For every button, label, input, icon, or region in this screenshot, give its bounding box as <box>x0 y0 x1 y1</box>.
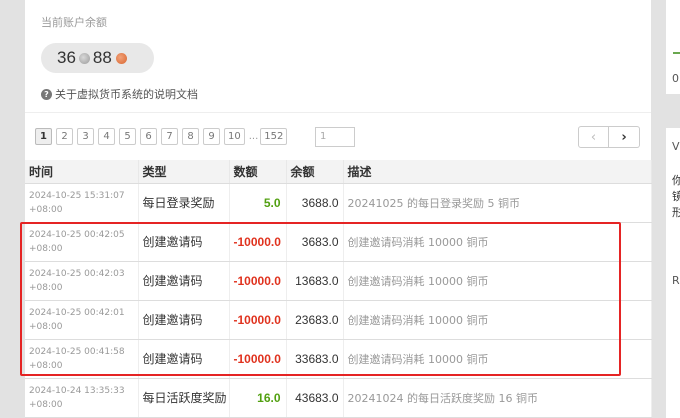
row-date: 2024-10-24 13:35:33 <box>29 385 125 396</box>
page-9-button[interactable]: 9 <box>203 128 220 145</box>
row-desc: 20241024 的每日活跃度奖励 16 铜币 <box>343 378 652 418</box>
prev-page-button[interactable]: ‹ <box>578 126 609 148</box>
page-5-button[interactable]: 5 <box>119 128 136 145</box>
question-icon: ? <box>41 88 52 100</box>
doc-link-text[interactable]: 关于虚拟货币系统的说明文档 <box>55 86 198 102</box>
row-balance: 3688.0 <box>286 183 344 223</box>
row-date: 2024-10-25 15:31:07 <box>29 190 125 201</box>
page-6-button[interactable]: 6 <box>140 128 157 145</box>
table-row: 2024-10-24 13:35:33 +08:00 每日活跃度奖励 16.0 4… <box>25 378 652 418</box>
side-text-3: 你 <box>672 174 680 187</box>
row-tz: +08:00 <box>29 243 63 254</box>
table-row: 2024-10-25 00:42:01 +08:00 创建邀请码 -10000.0… <box>25 300 652 340</box>
row-time: 2024-10-24 13:35:33 +08:00 <box>25 378 139 418</box>
row-amount: 5.0 <box>229 183 287 223</box>
page-nav: ‹ › <box>578 126 640 148</box>
copper-coin-icon <box>115 52 127 64</box>
row-desc: 创建邀请码消耗 10000 铜币 <box>343 300 652 340</box>
page-jump-input[interactable]: 1 <box>315 127 355 147</box>
row-balance: 43683.0 <box>286 378 344 418</box>
row-type: 创建邀请码 <box>138 339 230 379</box>
row-tz: +08:00 <box>29 204 63 215</box>
row-amount: 16.0 <box>229 378 287 418</box>
balance-label: 当前账户余额 <box>41 16 107 29</box>
row-amount: -10000.0 <box>229 300 287 340</box>
page-10-button[interactable]: 10 <box>224 128 245 145</box>
table-row: 2024-10-25 00:42:05 +08:00 创建邀请码 -10000.0… <box>25 222 652 262</box>
row-type: 创建邀请码 <box>138 261 230 301</box>
balance-silver: 36 <box>57 48 76 67</box>
row-tz: +08:00 <box>29 282 63 293</box>
row-amount: -10000.0 <box>229 222 287 262</box>
silver-coin-icon <box>78 52 90 64</box>
row-date: 2024-10-25 00:41:58 <box>29 346 125 357</box>
row-time: 2024-10-25 00:42:01 +08:00 <box>25 300 139 340</box>
row-amount: -10000.0 <box>229 261 287 301</box>
table-row: 2024-10-25 00:41:58 +08:00 创建邀请码 -10000.0… <box>25 339 652 379</box>
page-4-button[interactable]: 4 <box>98 128 115 145</box>
row-type: 每日活跃度奖励 <box>138 378 230 418</box>
chevron-right-icon: › <box>621 129 627 145</box>
divider <box>25 112 651 113</box>
row-tz: +08:00 <box>29 360 63 371</box>
side-text-1: 0 <box>672 72 679 85</box>
row-tz: +08:00 <box>29 321 63 332</box>
row-desc: 创建邀请码消耗 10000 铜币 <box>343 222 652 262</box>
page-1-button[interactable]: 1 <box>35 128 52 145</box>
pagination: 1 2 3 4 5 6 7 8 9 10 ... 152 <box>35 128 291 145</box>
header-desc: 描述 <box>343 160 652 184</box>
row-date: 2024-10-25 00:42:03 <box>29 268 125 279</box>
balance-pill: 36 88 <box>41 43 154 73</box>
page-2-button[interactable]: 2 <box>56 128 73 145</box>
row-balance: 33683.0 <box>286 339 344 379</box>
transaction-table: 时间 类型 数额 余额 描述 2024-10-25 15:31:07 +08:00… <box>25 160 652 418</box>
row-type: 创建邀请码 <box>138 300 230 340</box>
side-text-2: V <box>672 140 680 153</box>
header-amount: 数额 <box>229 160 287 184</box>
header-type: 类型 <box>138 160 230 184</box>
currency-doc-link[interactable]: ? 关于虚拟货币系统的说明文档 <box>41 86 198 102</box>
header-time: 时间 <box>25 160 139 184</box>
row-date: 2024-10-25 00:42:01 <box>29 307 125 318</box>
row-desc: 创建邀请码消耗 10000 铜币 <box>343 261 652 301</box>
row-time: 2024-10-25 00:41:58 +08:00 <box>25 339 139 379</box>
page-last-button[interactable]: 152 <box>260 128 288 145</box>
page-3-button[interactable]: 3 <box>77 128 94 145</box>
page-7-button[interactable]: 7 <box>161 128 178 145</box>
row-balance: 3683.0 <box>286 222 344 262</box>
table-header-row: 时间 类型 数额 余额 描述 <box>25 160 652 184</box>
page-8-button[interactable]: 8 <box>182 128 199 145</box>
row-amount: -10000.0 <box>229 339 287 379</box>
header-balance: 余额 <box>286 160 344 184</box>
row-balance: 23683.0 <box>286 300 344 340</box>
next-page-button[interactable]: › <box>609 126 640 148</box>
row-time: 2024-10-25 15:31:07 +08:00 <box>25 183 139 223</box>
row-desc: 20241025 的每日登录奖励 5 铜币 <box>343 183 652 223</box>
row-type: 创建邀请码 <box>138 222 230 262</box>
balance-copper: 88 <box>92 48 112 67</box>
row-type: 每日登录奖励 <box>138 183 230 223</box>
main-panel: 当前账户余额 36 88 ? 关于虚拟货币系统的说明文档 1 2 3 4 5 6… <box>25 0 652 418</box>
side-progress-bar <box>673 52 680 54</box>
chevron-left-icon: ‹ <box>590 129 597 145</box>
row-time: 2024-10-25 00:42:05 +08:00 <box>25 222 139 262</box>
row-time: 2024-10-25 00:42:03 +08:00 <box>25 261 139 301</box>
side-card-top: 0 <box>666 0 680 94</box>
side-text-5: 形 <box>672 206 680 219</box>
pager-ellipsis: ... <box>248 131 259 142</box>
side-text-6: R <box>672 274 680 287</box>
side-card-bottom: V 你 镜 形 R <box>666 128 680 418</box>
row-desc: 创建邀请码消耗 10000 铜币 <box>343 339 652 379</box>
row-tz: +08:00 <box>29 399 63 410</box>
row-balance: 13683.0 <box>286 261 344 301</box>
table-row: 2024-10-25 15:31:07 +08:00 每日登录奖励 5.0 368… <box>25 183 652 223</box>
side-text-4: 镜 <box>672 190 680 203</box>
row-date: 2024-10-25 00:42:05 <box>29 229 125 240</box>
table-row: 2024-10-25 00:42:03 +08:00 创建邀请码 -10000.0… <box>25 261 652 301</box>
